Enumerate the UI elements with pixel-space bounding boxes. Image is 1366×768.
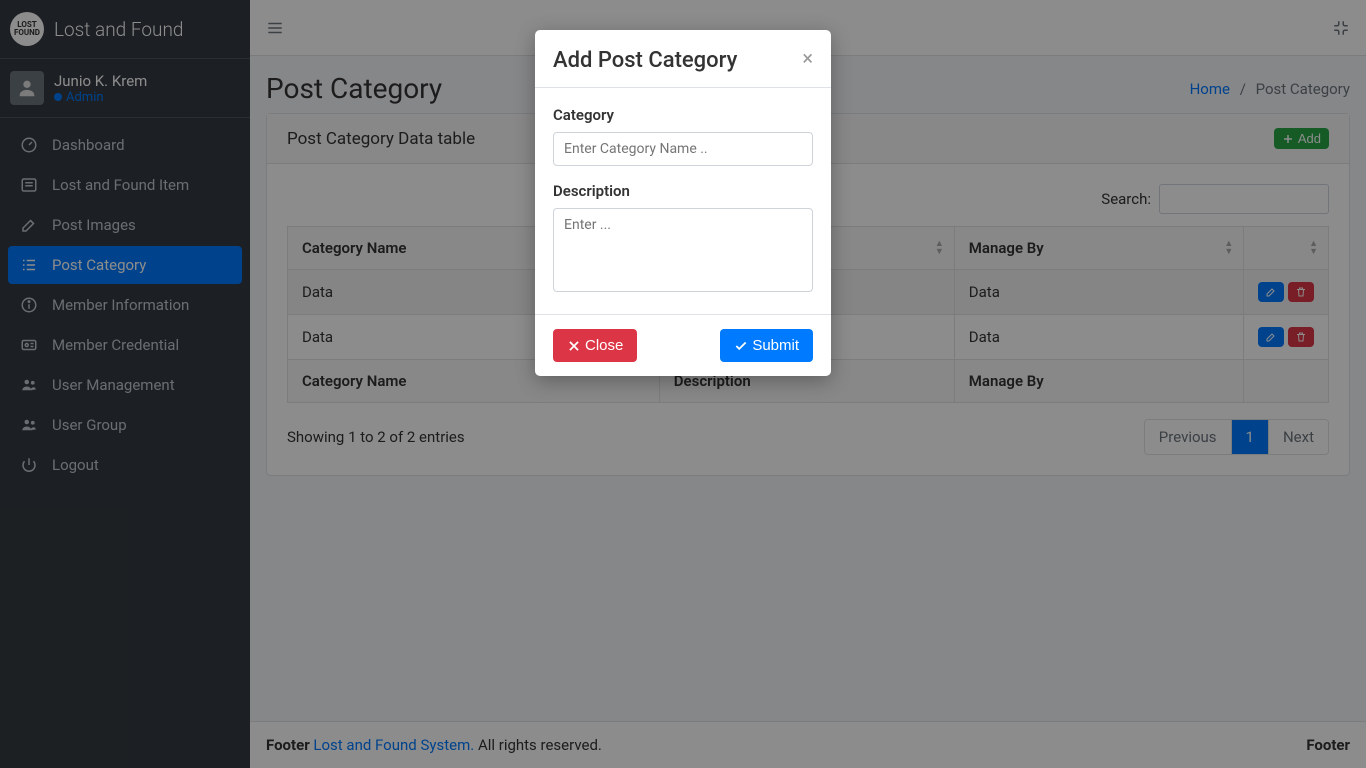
description-label: Description [553, 182, 813, 200]
close-button[interactable]: Close [553, 329, 637, 362]
x-icon [567, 339, 581, 353]
close-button-label: Close [585, 337, 623, 354]
submit-button-label: Submit [752, 337, 799, 354]
check-icon [734, 339, 748, 353]
submit-button[interactable]: Submit [720, 329, 813, 362]
modal-add-post-category: Add Post Category × Category Description… [535, 30, 831, 376]
description-textarea[interactable] [553, 208, 813, 292]
category-input[interactable] [553, 132, 813, 166]
category-label: Category [553, 106, 813, 124]
modal-title: Add Post Category [553, 48, 737, 73]
close-icon[interactable]: × [802, 48, 813, 68]
